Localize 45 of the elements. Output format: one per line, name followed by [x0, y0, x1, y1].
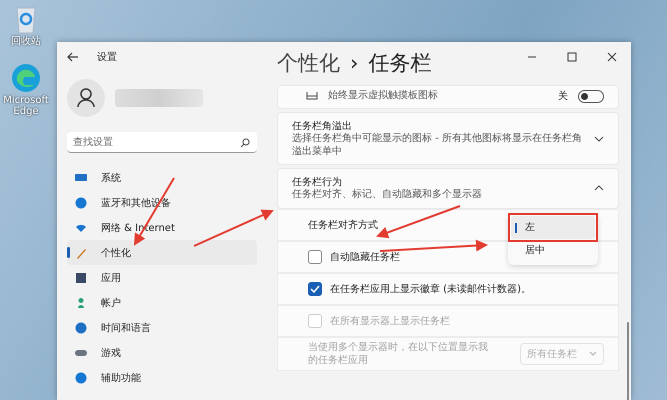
- setting-description: 始终显示虚拟触摸板图标: [328, 90, 439, 102]
- search-icon: [240, 138, 250, 148]
- category-icon: [75, 296, 87, 308]
- checkbox-label: 自动隐藏任务栏: [330, 250, 400, 264]
- page-title: 任务栏: [368, 50, 432, 77]
- checkbox[interactable]: [308, 282, 322, 296]
- category-icon: [75, 272, 87, 284]
- window-title: 设置: [97, 50, 117, 64]
- setting-description: 选择任务栏角中可能显示的图标 - 所有其他图标将显示在任务栏角溢出菜单中: [292, 133, 583, 158]
- chevron-icon[interactable]: [594, 185, 604, 192]
- sidebar-item[interactable]: 个性化: [67, 240, 257, 265]
- breadcrumb-parent[interactable]: 个性化: [277, 49, 340, 77]
- avatar-icon[interactable]: [67, 79, 105, 117]
- category-icon: [75, 372, 87, 384]
- setting-title: 任务栏角溢出: [292, 120, 353, 132]
- sidebar-item[interactable]: 应用: [67, 265, 257, 290]
- search-field[interactable]: 查找设置: [67, 132, 257, 153]
- toggle-switch[interactable]: [578, 90, 604, 102]
- sidebar-item[interactable]: 辅助功能: [67, 365, 257, 390]
- settings-card[interactable]: 任务栏行为 任务栏对齐、标记、自动隐藏和多个显示器: [277, 168, 619, 208]
- chevron-icon: [589, 351, 597, 356]
- chevron-icon[interactable]: [594, 136, 604, 142]
- checkbox-label: 在所有显示器上显示任务栏: [330, 314, 450, 328]
- setting-title: 任务栏行为: [292, 176, 343, 188]
- category-icon: [75, 322, 87, 334]
- sidebar-item[interactable]: 时间和语言: [67, 315, 257, 340]
- setting-label: 当使用多个显示器时，在以下位置显示我的任务栏应用: [308, 340, 488, 368]
- close-icon[interactable]: [607, 52, 617, 62]
- toggle-state-label: 关: [558, 90, 568, 103]
- checkbox[interactable]: [308, 250, 322, 264]
- breadcrumb-separator: ›: [350, 51, 358, 75]
- sidebar-item[interactable]: 帐户: [67, 290, 257, 315]
- touchpad-icon: [306, 92, 318, 100]
- category-icon: [75, 246, 87, 258]
- checkbox-label: 在任务栏应用上显示徽章 (未读邮件计数器)。: [330, 282, 531, 296]
- setting-description: 任务栏对齐、标记、自动隐藏和多个显示器: [292, 189, 483, 202]
- setting-label: 任务栏对齐方式: [308, 218, 378, 232]
- category-icon: [75, 196, 87, 208]
- sidebar-item[interactable]: 系统: [67, 165, 257, 190]
- sidebar-item[interactable]: 游戏: [67, 340, 257, 365]
- category-icon: [75, 172, 87, 184]
- settings-card[interactable]: 任务栏角溢出 选择任务栏角中可能显示的图标 - 所有其他图标将显示在任务栏角溢出菜单中: [277, 112, 619, 165]
- back-arrow-icon[interactable]: [67, 52, 79, 62]
- maximize-icon[interactable]: [567, 52, 577, 62]
- dropdown-option[interactable]: 居中: [511, 238, 595, 262]
